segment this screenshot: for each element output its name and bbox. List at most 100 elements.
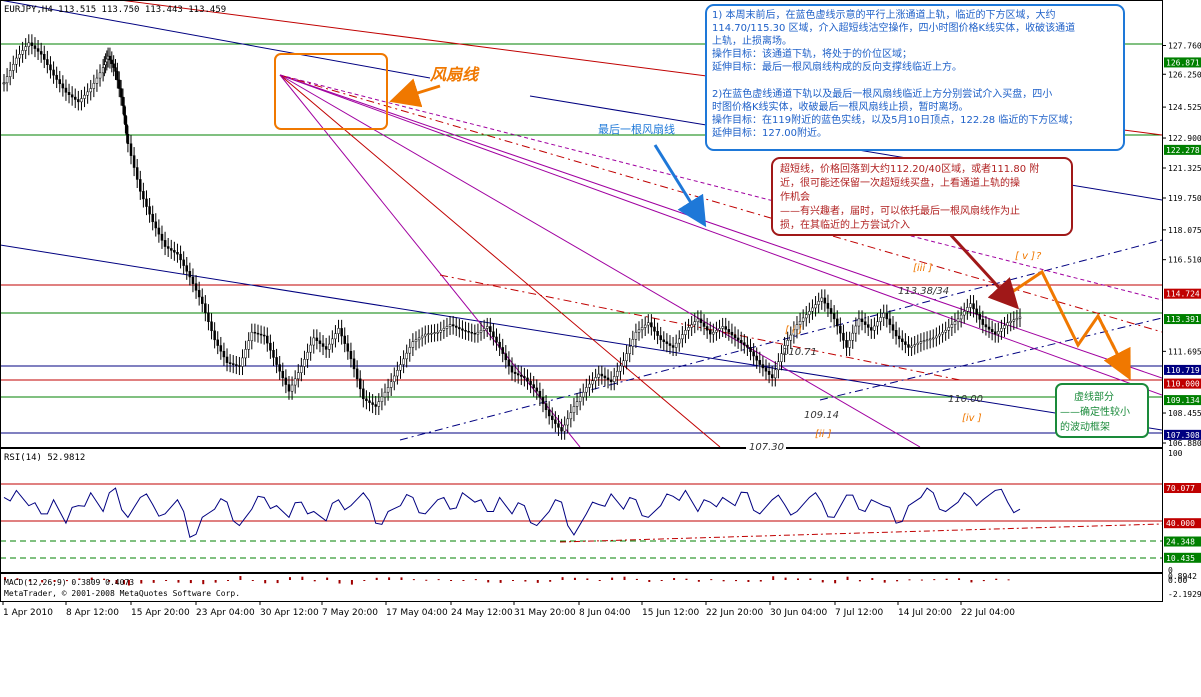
time-tick-label: 15 Apr 20:00 xyxy=(131,608,190,618)
candle-body xyxy=(228,362,232,364)
candle-body xyxy=(27,42,31,47)
symbol-header: EURJPY,H4 113.515 113.750 113.443 113.45… xyxy=(4,5,226,15)
candle-body xyxy=(121,96,125,106)
candle-body xyxy=(411,341,415,348)
candle-body xyxy=(101,67,105,74)
candle-body xyxy=(882,312,885,318)
candle-body xyxy=(678,338,681,344)
candle-body xyxy=(383,391,387,398)
candle-body xyxy=(194,283,198,291)
candle-body xyxy=(163,240,167,247)
candle-body xyxy=(300,366,303,373)
macd-bar xyxy=(982,580,985,582)
candle-body xyxy=(702,322,706,327)
candle-body xyxy=(544,403,548,411)
candle-body xyxy=(303,359,306,367)
candle-body xyxy=(52,69,55,76)
candle-body xyxy=(891,324,895,331)
candle-body xyxy=(420,335,424,339)
candle-body xyxy=(259,333,263,336)
candle-body xyxy=(715,330,718,333)
candle-body xyxy=(944,330,947,333)
candle-body xyxy=(464,330,467,332)
candle-body xyxy=(733,334,737,339)
candle-body xyxy=(860,318,864,322)
time-tick-label: 7 May 20:00 xyxy=(322,608,378,618)
macd-bar xyxy=(995,578,998,580)
macd-bar xyxy=(239,576,242,580)
candle-body xyxy=(513,371,517,374)
candle-body xyxy=(110,59,114,65)
candle-body xyxy=(188,271,192,278)
candle-body xyxy=(956,318,960,322)
macd-bar xyxy=(747,580,750,582)
wave-iii: [iii ] xyxy=(913,263,932,274)
candle-body xyxy=(647,322,650,326)
candle-body xyxy=(235,364,238,366)
candle-body xyxy=(225,356,229,363)
rsi-title: RSI(14) 52.9812 xyxy=(4,453,85,463)
candle-body xyxy=(897,335,901,340)
price-tick-label: 127.760 xyxy=(1168,42,1201,51)
wave-question: ? xyxy=(1036,251,1042,262)
candle-body xyxy=(470,331,473,334)
price-tick-label: 121.325 xyxy=(1168,164,1201,173)
macd-bar xyxy=(214,580,217,583)
price-tag-label: 113.391 xyxy=(1166,315,1200,324)
price-tag-label: 107.308 xyxy=(1166,431,1200,440)
macd-bar xyxy=(251,580,254,581)
red-note-line: ——有兴趣者，届时，可以依托最后一根风扇线作为止 xyxy=(780,204,1020,217)
candle-body xyxy=(808,311,811,315)
candle-body xyxy=(204,303,207,313)
candle-body xyxy=(569,412,573,420)
candle-body xyxy=(213,330,216,341)
candle-body xyxy=(207,312,210,322)
candle-body xyxy=(761,364,765,369)
candle-body xyxy=(495,336,498,343)
macd-bar xyxy=(722,580,725,582)
candle-body xyxy=(467,331,470,333)
candle-body xyxy=(842,332,845,341)
macd-bar xyxy=(140,580,143,584)
candle-body xyxy=(142,191,145,200)
macd-tick-label: 0.00 xyxy=(1168,576,1187,585)
time-tick-label: 7 Jul 12:00 xyxy=(835,608,884,618)
rsi-tag-label: 24.348 xyxy=(1166,538,1195,547)
candle-body xyxy=(727,329,731,333)
candle-body xyxy=(510,365,514,373)
macd-bar xyxy=(685,578,688,580)
candle-body xyxy=(343,335,346,344)
candle-body xyxy=(290,384,294,392)
red-note-line: 超短线，价格回落到大约112.20/40区域，或者111.80 附 xyxy=(780,162,1039,175)
candle-body xyxy=(275,357,278,365)
candle-body xyxy=(312,337,316,346)
candle-body xyxy=(408,347,412,354)
candle-body xyxy=(334,333,337,340)
candle-body xyxy=(894,330,898,337)
candle-body xyxy=(219,345,223,352)
green-note-line: 虚线部分 xyxy=(1074,390,1114,403)
macd-bar xyxy=(276,580,279,584)
candle-body xyxy=(913,344,916,347)
candle-body xyxy=(935,335,938,339)
copyright-text: MetaTrader, © 2001-2008 MetaQuotes Softw… xyxy=(4,589,240,598)
blue-note-line: 时图价格K线实体，收破最后一根风扇线止损，暂时离场。 xyxy=(712,100,969,113)
candle-body xyxy=(504,353,508,361)
price-tag-label: 122.278 xyxy=(1166,146,1200,155)
candle-body xyxy=(352,358,356,370)
blue-note-line: 延伸目标：最后一根风扇线构成的反向支撑线临近上方。 xyxy=(712,60,962,73)
macd-bar xyxy=(524,580,527,582)
candle-body xyxy=(625,353,628,362)
candle-body xyxy=(262,334,266,337)
candle-body xyxy=(767,370,771,375)
candle-body xyxy=(566,418,570,426)
time-tick-label: 22 Jul 04:00 xyxy=(961,608,1015,618)
time-tick-label: 15 Jun 12:00 xyxy=(642,608,699,618)
price-tick-label: 124.525 xyxy=(1168,103,1201,112)
blue-note-line: 延伸目标：127.00附近。 xyxy=(712,126,827,139)
candle-body xyxy=(925,339,929,342)
candle-body xyxy=(904,341,907,345)
candle-body xyxy=(612,376,616,382)
candle-body xyxy=(70,94,74,98)
candle-body xyxy=(33,45,37,49)
